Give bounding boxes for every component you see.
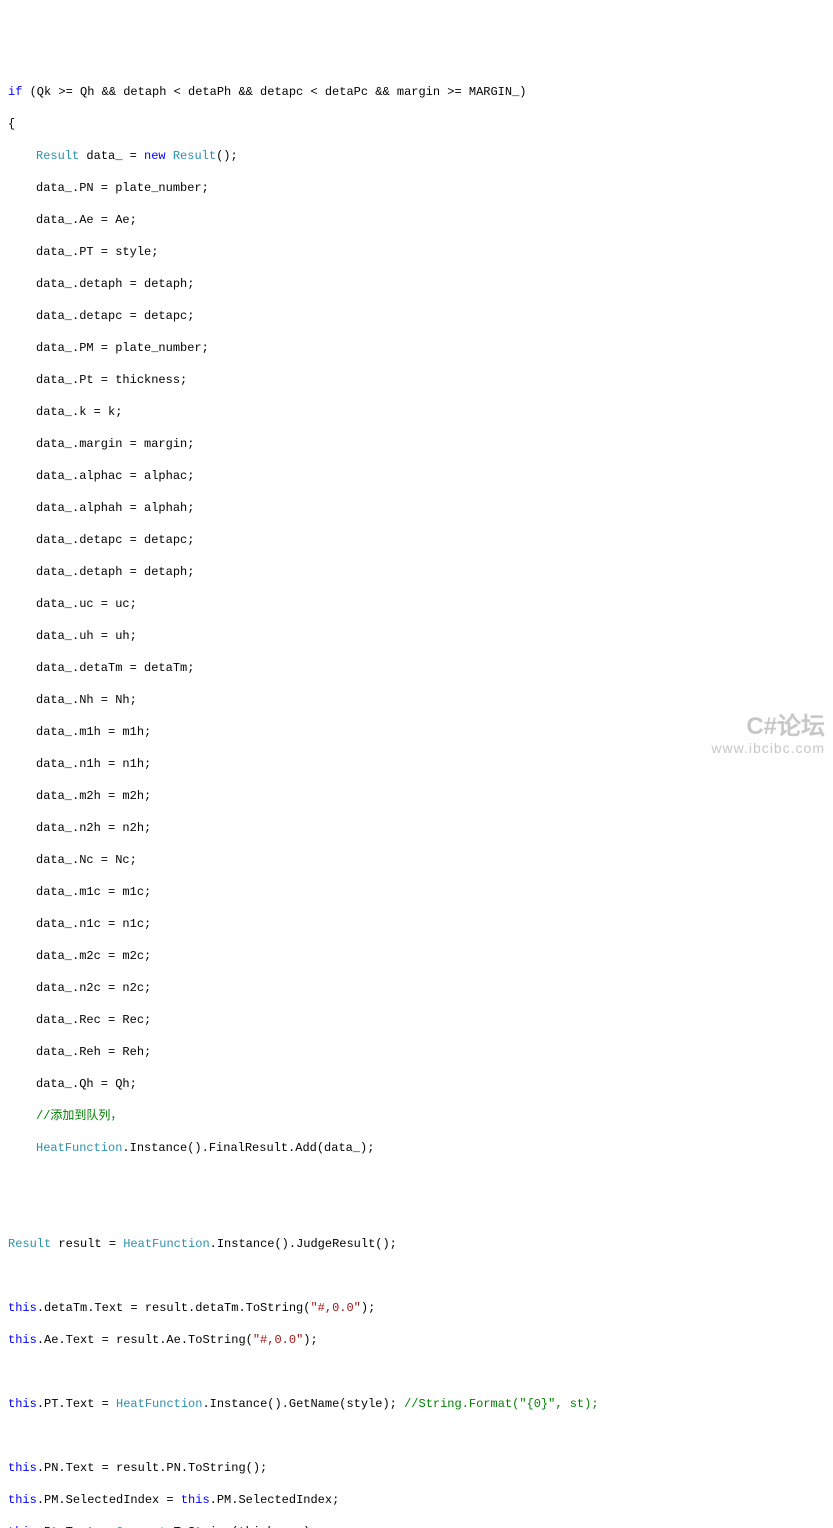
code-line: data_.Ae = Ae; [8, 212, 825, 228]
code-line: data_.m2h = m2h; [8, 788, 825, 804]
code-line: if (Qk >= Qh && detaph < detaPh && detap… [8, 84, 825, 100]
blank-line [8, 1364, 825, 1380]
code-line: data_.m2c = m2c; [8, 948, 825, 964]
watermark-title: C#论坛 [711, 714, 825, 740]
code-line: data_.n2h = n2h; [8, 820, 825, 836]
code-line: data_.uc = uc; [8, 596, 825, 612]
code-line: data_.detaph = detaph; [8, 564, 825, 580]
code-line: data_.Rec = Rec; [8, 1012, 825, 1028]
watermark: C#论坛 www.ibcibc.com [711, 714, 825, 756]
code-line: data_.detapc = detapc; [8, 532, 825, 548]
code-line: this.Ae.Text = result.Ae.ToString("#,0.0… [8, 1332, 825, 1348]
code-line: Result result = HeatFunction.Instance().… [8, 1236, 825, 1252]
code-line: data_.Reh = Reh; [8, 1044, 825, 1060]
code-line: data_.n1c = n1c; [8, 916, 825, 932]
code-line: data_.PT = style; [8, 244, 825, 260]
blank-line [8, 1428, 825, 1444]
code-line: this.detaTm.Text = result.detaTm.ToStrin… [8, 1300, 825, 1316]
code-line: data_.detaph = detaph; [8, 276, 825, 292]
code-line: data_.m1c = m1c; [8, 884, 825, 900]
code-line: data_.Nh = Nh; [8, 692, 825, 708]
watermark-url: www.ibcibc.com [711, 741, 825, 756]
code-block: if (Qk >= Qh && detaph < detaPh && detap… [8, 68, 825, 1528]
code-line: { [8, 116, 825, 132]
code-line: data_.alphah = alphah; [8, 500, 825, 516]
code-line: data_.m1h = m1h; [8, 724, 825, 740]
code-line: data_.PN = plate_number; [8, 180, 825, 196]
code-line: //添加到队列， [8, 1108, 825, 1124]
code-line: data_.Qh = Qh; [8, 1076, 825, 1092]
code-line: data_.Pt = thickness; [8, 372, 825, 388]
code-line: this.Pt.Text = Convert.ToString(thicknes… [8, 1524, 825, 1528]
code-line: data_.margin = margin; [8, 436, 825, 452]
code-line: data_.n2c = n2c; [8, 980, 825, 996]
code-line: data_.k = k; [8, 404, 825, 420]
code-line: data_.alphac = alphac; [8, 468, 825, 484]
code-line: data_.Nc = Nc; [8, 852, 825, 868]
code-line: HeatFunction.Instance().FinalResult.Add(… [8, 1140, 825, 1156]
code-line: Result data_ = new Result(); [8, 148, 825, 164]
code-line: this.PM.SelectedIndex = this.PM.Selected… [8, 1492, 825, 1508]
code-line: data_.uh = uh; [8, 628, 825, 644]
blank-line [8, 1268, 825, 1284]
code-line: data_.PM = plate_number; [8, 340, 825, 356]
code-line: data_.n1h = n1h; [8, 756, 825, 772]
code-line: data_.detaTm = detaTm; [8, 660, 825, 676]
code-line: data_.detapc = detapc; [8, 308, 825, 324]
blank-line [8, 1204, 825, 1220]
blank-line [8, 1172, 825, 1188]
code-line: this.PN.Text = result.PN.ToString(); [8, 1460, 825, 1476]
code-line: this.PT.Text = HeatFunction.Instance().G… [8, 1396, 825, 1412]
